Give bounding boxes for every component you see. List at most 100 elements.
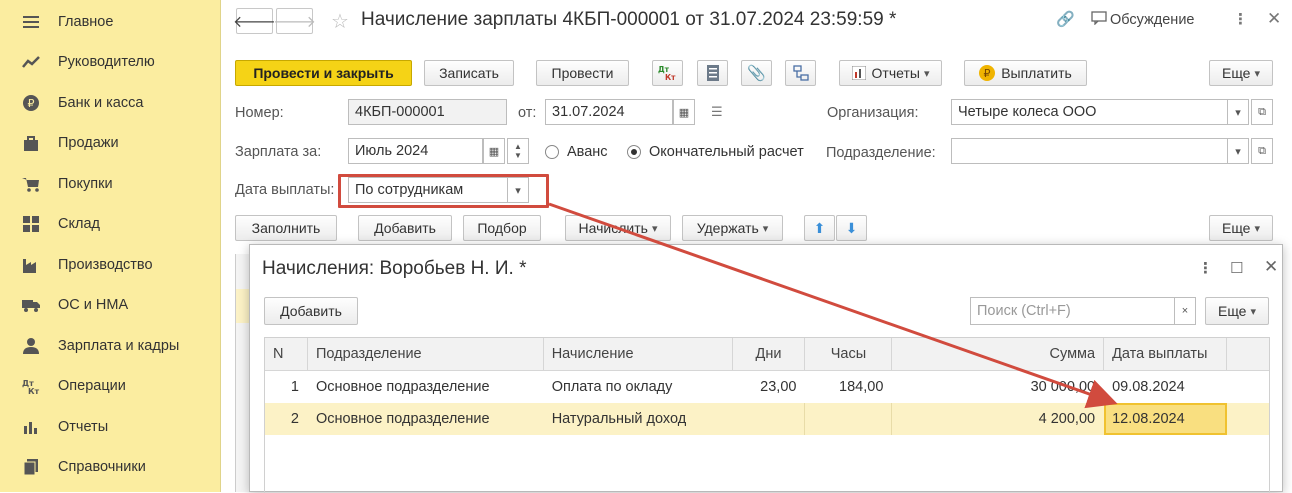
table-more-button[interactable]: Еще	[1209, 215, 1273, 241]
close-icon[interactable]: ✕	[1264, 257, 1278, 277]
post-and-close-button[interactable]: Провести и закрыть	[235, 60, 412, 86]
salary-period-field[interactable]: Июль 2024	[348, 138, 483, 164]
post-button[interactable]: Провести	[536, 60, 629, 86]
organization-open-button[interactable]: ⧉	[1251, 99, 1273, 125]
sidebar-item-bank[interactable]: ₽ Банк и касса	[0, 83, 221, 123]
column-header-department[interactable]: Подразделение	[306, 337, 544, 371]
move-down-button[interactable]: ⬇	[836, 215, 867, 241]
star-icon[interactable]: ☆	[331, 9, 349, 34]
calendar-button[interactable]: ▦	[673, 99, 695, 125]
sidebar-item-production[interactable]: Производство	[0, 245, 221, 285]
accrue-dropdown[interactable]: Начислить	[565, 215, 671, 241]
cell-hours[interactable]: 184,00	[805, 371, 892, 403]
department-dropdown-button[interactable]: ▾	[1227, 138, 1249, 164]
sidebar-item-label: Руководителю	[58, 54, 155, 70]
cell-accrual[interactable]: Оплата по окладу	[543, 371, 732, 403]
sidebar: Главное Руководителю ₽ Банк и касса Прод…	[0, 0, 221, 492]
svg-text:₽: ₽	[28, 97, 35, 110]
department-label: Подразделение:	[826, 145, 936, 161]
number-field[interactable]: 4КБП-000001	[348, 99, 507, 125]
sidebar-item-main[interactable]: Главное	[0, 2, 221, 42]
warehouse-icon	[22, 215, 40, 233]
chat-icon[interactable]	[1091, 11, 1107, 29]
comment-icon[interactable]: ☰	[711, 104, 723, 120]
maximize-icon[interactable]: ☐	[1230, 259, 1243, 277]
accruals-dialog: Начисления: Воробьев Н. И. * ⋮ ☐ ✕ Добав…	[249, 244, 1283, 493]
select-button[interactable]: Подбор	[463, 215, 541, 241]
more-vertical-icon[interactable]: ⋮	[1198, 259, 1213, 277]
organization-dropdown-button[interactable]: ▾	[1227, 99, 1249, 125]
shopping-bag-icon	[22, 134, 40, 152]
more-vertical-icon[interactable]: ⋮	[1233, 10, 1248, 28]
pay-button[interactable]: ₽ Выплатить	[964, 60, 1087, 86]
period-calendar-button[interactable]: ▦	[483, 138, 505, 164]
truck-icon	[22, 296, 40, 314]
department-open-button[interactable]: ⧉	[1251, 138, 1273, 164]
advance-radio[interactable]	[545, 145, 559, 159]
sidebar-item-salary[interactable]: Зарплата и кадры	[0, 326, 221, 366]
arrow-down-icon: ⬇	[845, 219, 858, 236]
sidebar-item-warehouse[interactable]: Склад	[0, 204, 221, 244]
cell-sum[interactable]: 30 000,00	[892, 371, 1104, 403]
column-header-accrual[interactable]: Начисление	[542, 337, 733, 371]
attach-button[interactable]: 📎	[741, 60, 772, 86]
organization-field[interactable]: Четыре колеса ООО	[951, 99, 1228, 125]
save-button[interactable]: Записать	[424, 60, 514, 86]
accruals-table: N Подразделение Начисление Дни Часы Сумм…	[264, 337, 1270, 435]
table-row[interactable]: 1 Основное подразделение Оплата по оклад…	[265, 371, 1270, 403]
sidebar-item-label: Банк и касса	[58, 95, 144, 111]
sidebar-item-operations[interactable]: Дт Кт Операции	[0, 366, 221, 406]
date-field[interactable]: 31.07.2024	[545, 99, 673, 125]
withhold-dropdown[interactable]: Удержать	[682, 215, 783, 241]
advance-label: Аванс	[567, 144, 608, 160]
cell-days[interactable]: 23,00	[732, 371, 805, 403]
cell-department[interactable]: Основное подразделение	[307, 371, 543, 403]
close-icon[interactable]: ✕	[1267, 9, 1281, 29]
more-button[interactable]: Еще	[1209, 60, 1273, 86]
date-label: от:	[518, 105, 537, 121]
sidebar-item-label: Справочники	[58, 459, 146, 475]
cell-department[interactable]: Основное подразделение	[307, 402, 544, 435]
sidebar-item-label: ОС и НМА	[58, 297, 129, 313]
move-up-button[interactable]: ⬆	[804, 215, 835, 241]
sidebar-item-references[interactable]: Справочники	[0, 447, 221, 487]
structure-button[interactable]	[785, 60, 816, 86]
sidebar-item-label: Продажи	[58, 135, 119, 151]
final-settlement-label: Окончательный расчет	[649, 144, 804, 160]
back-button[interactable]: 🡐	[233, 8, 276, 34]
discussion-link[interactable]: Обсуждение	[1110, 12, 1194, 28]
department-field[interactable]	[951, 138, 1228, 164]
cell-pay-date[interactable]: 12.08.2024	[1103, 402, 1227, 435]
column-header-n[interactable]: N	[264, 337, 308, 371]
column-header-pay-date[interactable]: Дата выплаты	[1103, 337, 1227, 371]
sidebar-item-fixed-assets[interactable]: ОС и НМА	[0, 285, 221, 325]
cell-accrual[interactable]: Натуральный доход	[543, 402, 733, 435]
sidebar-item-manager[interactable]: Руководителю	[0, 42, 221, 82]
sidebar-item-purchases[interactable]: Покупки	[0, 164, 221, 204]
final-settlement-radio[interactable]	[627, 145, 641, 159]
list-button[interactable]	[697, 60, 728, 86]
column-header-hours[interactable]: Часы	[804, 337, 893, 371]
reports-dropdown[interactable]: Отчеты	[839, 60, 942, 86]
forward-button[interactable]: 🡒	[273, 8, 316, 34]
cell-sum[interactable]: 4 200,00	[891, 402, 1104, 435]
add-accrual-button[interactable]: Добавить	[264, 297, 358, 325]
table-row[interactable]: 2 Основное подразделение Натуральный дох…	[264, 402, 1270, 435]
cell-hours[interactable]	[804, 402, 893, 435]
link-icon[interactable]: 🔗	[1056, 10, 1075, 28]
fill-button[interactable]: Заполнить	[235, 215, 337, 241]
column-header-sum[interactable]: Сумма	[891, 337, 1105, 371]
organization-label: Организация:	[827, 105, 919, 121]
dialog-more-button[interactable]: Еще	[1205, 297, 1269, 325]
sidebar-item-sales[interactable]: Продажи	[0, 123, 221, 163]
cell-days[interactable]	[732, 402, 806, 435]
clear-search-button[interactable]: ×	[1174, 297, 1196, 325]
period-stepper[interactable]: ▲ ▼	[507, 138, 529, 164]
dt-kt-button[interactable]: Дт Кт	[652, 60, 683, 86]
search-input[interactable]: Поиск (Ctrl+F)	[970, 297, 1175, 325]
hierarchy-icon	[792, 65, 809, 81]
add-button[interactable]: Добавить	[358, 215, 452, 241]
cell-pay-date[interactable]: 09.08.2024	[1104, 371, 1227, 403]
column-header-days[interactable]: Дни	[731, 337, 806, 371]
sidebar-item-reports[interactable]: Отчеты	[0, 407, 221, 447]
